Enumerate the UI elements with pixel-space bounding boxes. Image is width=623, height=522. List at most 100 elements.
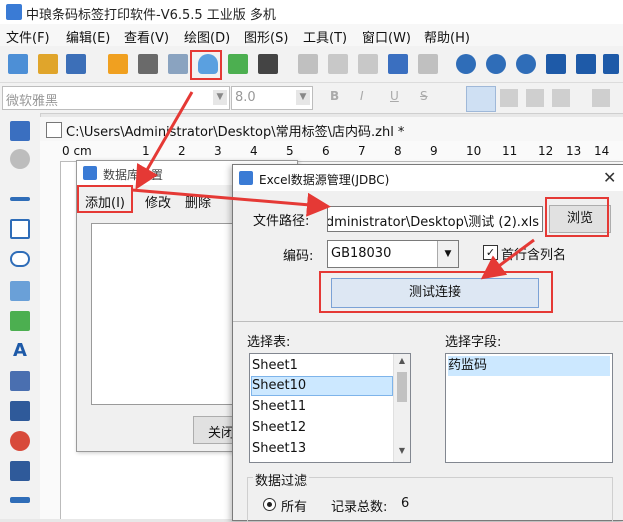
qrcode-tool-icon[interactable]	[10, 461, 30, 481]
ruler-label: 12	[538, 144, 554, 158]
ruler-label: 6	[322, 144, 330, 158]
scroll-thumb[interactable]	[397, 372, 407, 402]
database-button-highlight	[190, 50, 222, 80]
italic-button[interactable]: I	[360, 89, 364, 103]
ruler-label: 8	[394, 144, 402, 158]
menu-edit[interactable]: 编辑(E)	[66, 27, 110, 46]
zoom-in-icon[interactable]	[456, 54, 476, 74]
save-icon[interactable]	[66, 54, 86, 74]
paste-icon[interactable]	[358, 54, 378, 74]
excel-datasource-dialog: Excel数据源管理(JDBC) ✕ 文件路径: Administrator\D…	[232, 164, 623, 522]
menu-draw[interactable]: 绘图(D)	[184, 27, 230, 46]
left-tool-panel: A	[0, 113, 41, 519]
close-button-label: 关闭	[208, 426, 235, 441]
ellipse-tool-icon[interactable]	[10, 251, 30, 267]
chevron-down-icon: ▼	[213, 90, 227, 105]
scroll-down-icon[interactable]: ▼	[396, 446, 408, 458]
print-preview-icon[interactable]	[168, 54, 188, 74]
image-tool-icon[interactable]	[10, 281, 30, 301]
underline-button[interactable]: U	[390, 89, 399, 103]
format-toolbar: 微软雅黑 ▼ 8.0 ▼ B I U S	[0, 83, 623, 114]
align-center-icon[interactable]	[500, 89, 518, 107]
layout-icon[interactable]	[592, 89, 610, 107]
menu-help[interactable]: 帮助(H)	[424, 27, 470, 46]
list-item[interactable]: Sheet12	[252, 418, 392, 438]
redo-icon[interactable]	[418, 54, 438, 74]
ruler-label: 7	[358, 144, 366, 158]
database-settings-title: 数据库设置	[103, 168, 164, 182]
grid-icon[interactable]	[258, 54, 278, 74]
ruler-label: 11	[502, 144, 518, 158]
font-family-select[interactable]: 微软雅黑 ▼	[2, 86, 230, 110]
first-row-checkbox[interactable]: ✓	[483, 245, 498, 260]
rectangle-tool-icon[interactable]	[10, 219, 30, 239]
field-list[interactable]: 药监码	[445, 353, 613, 463]
text-tool-icon[interactable]: A	[10, 341, 30, 361]
menu-shape[interactable]: 图形(S)	[244, 27, 288, 46]
menu-bar: 文件(F) 编辑(E) 查看(V) 绘图(D) 图形(S) 工具(T) 窗口(W…	[0, 24, 623, 46]
chevron-down-icon: ▼	[296, 90, 310, 105]
close-icon[interactable]: ✕	[603, 168, 616, 187]
font-size-select[interactable]: 8.0 ▼	[231, 86, 313, 110]
scroll-up-icon[interactable]: ▲	[396, 356, 408, 368]
delete-button[interactable]: 删除	[185, 192, 211, 211]
select-table-label: 选择表:	[247, 335, 291, 350]
undo-icon[interactable]	[388, 54, 408, 74]
list-item-selected[interactable]: 药监码	[448, 356, 610, 376]
dialog-title: Excel数据源管理(JDBC)	[259, 173, 390, 187]
horizontal-ruler: 0 cm 1 2 3 4 5 6 7 8 9 10 11 12 13 14	[40, 141, 623, 162]
zoom-fit-icon[interactable]	[516, 54, 536, 74]
copy-icon[interactable]	[328, 54, 348, 74]
list-item[interactable]: Sheet1	[252, 356, 392, 376]
bold-button[interactable]: B	[330, 89, 339, 103]
total-records-label: 记录总数:	[331, 500, 388, 515]
table-list[interactable]: Sheet1 Sheet10 Sheet11 Sheet12 Sheet13 ▲…	[249, 353, 411, 463]
list-item[interactable]: Sheet11	[252, 397, 392, 417]
cut-icon[interactable]	[298, 54, 318, 74]
align-left-icon[interactable]	[466, 86, 496, 112]
print-icon[interactable]	[138, 54, 158, 74]
table-list-scrollbar[interactable]: ▲ ▼	[393, 354, 410, 462]
picture-tool-icon[interactable]	[10, 311, 30, 331]
fit-all-icon[interactable]	[603, 54, 619, 74]
menu-window[interactable]: 窗口(W)	[362, 27, 411, 46]
ruler-label: 0 cm	[62, 144, 92, 158]
file-path-input[interactable]: Administrator\Desktop\测试 (2).xls	[327, 206, 543, 232]
rotate-icon[interactable]	[10, 149, 30, 169]
settings-icon[interactable]	[108, 54, 128, 74]
open-icon[interactable]	[38, 54, 58, 74]
align-right-icon[interactable]	[526, 89, 544, 107]
fit-width-icon[interactable]	[576, 54, 596, 74]
modify-button[interactable]: 修改	[145, 192, 171, 211]
document-tab[interactable]: C:\Users\Administrator\Desktop\常用标签\店内码.…	[40, 117, 623, 142]
app-icon	[239, 171, 253, 185]
align-justify-icon[interactable]	[552, 89, 570, 107]
menu-tools[interactable]: 工具(T)	[303, 27, 347, 46]
ruler-label: 10	[466, 144, 482, 158]
menu-file[interactable]: 文件(F)	[6, 27, 50, 46]
curve-tool-icon[interactable]	[10, 497, 30, 503]
list-item-selected[interactable]: Sheet10	[251, 376, 393, 396]
strike-button[interactable]: S	[420, 89, 428, 103]
line-tool-icon[interactable]	[10, 197, 30, 201]
select-arrow-icon[interactable]	[10, 121, 30, 141]
ruler-label: 13	[566, 144, 582, 158]
all-radio[interactable]	[263, 498, 276, 511]
ruler-label: 5	[286, 144, 294, 158]
database-refresh-icon[interactable]	[228, 54, 248, 74]
encoding-select[interactable]: GB18030 ▼	[327, 240, 459, 268]
window-titlebar: 中琅条码标签打印软件-V6.5.5 工业版 多机	[0, 0, 623, 25]
menu-view[interactable]: 查看(V)	[124, 27, 169, 46]
zoom-out-icon[interactable]	[486, 54, 506, 74]
rich-text-tool-icon[interactable]	[10, 371, 30, 391]
barcode-tool-icon[interactable]	[10, 401, 30, 421]
new-icon[interactable]	[8, 54, 28, 74]
shape-tool-icon[interactable]	[10, 431, 30, 451]
filter-label: 数据过滤	[253, 470, 310, 489]
list-item[interactable]: Sheet13	[252, 439, 392, 459]
encoding-value: GB18030	[331, 246, 392, 261]
main-toolbar	[0, 46, 623, 83]
select-field-label: 选择字段:	[445, 335, 502, 350]
fit-page-icon[interactable]	[546, 54, 566, 74]
ruler-label: 2	[178, 144, 186, 158]
